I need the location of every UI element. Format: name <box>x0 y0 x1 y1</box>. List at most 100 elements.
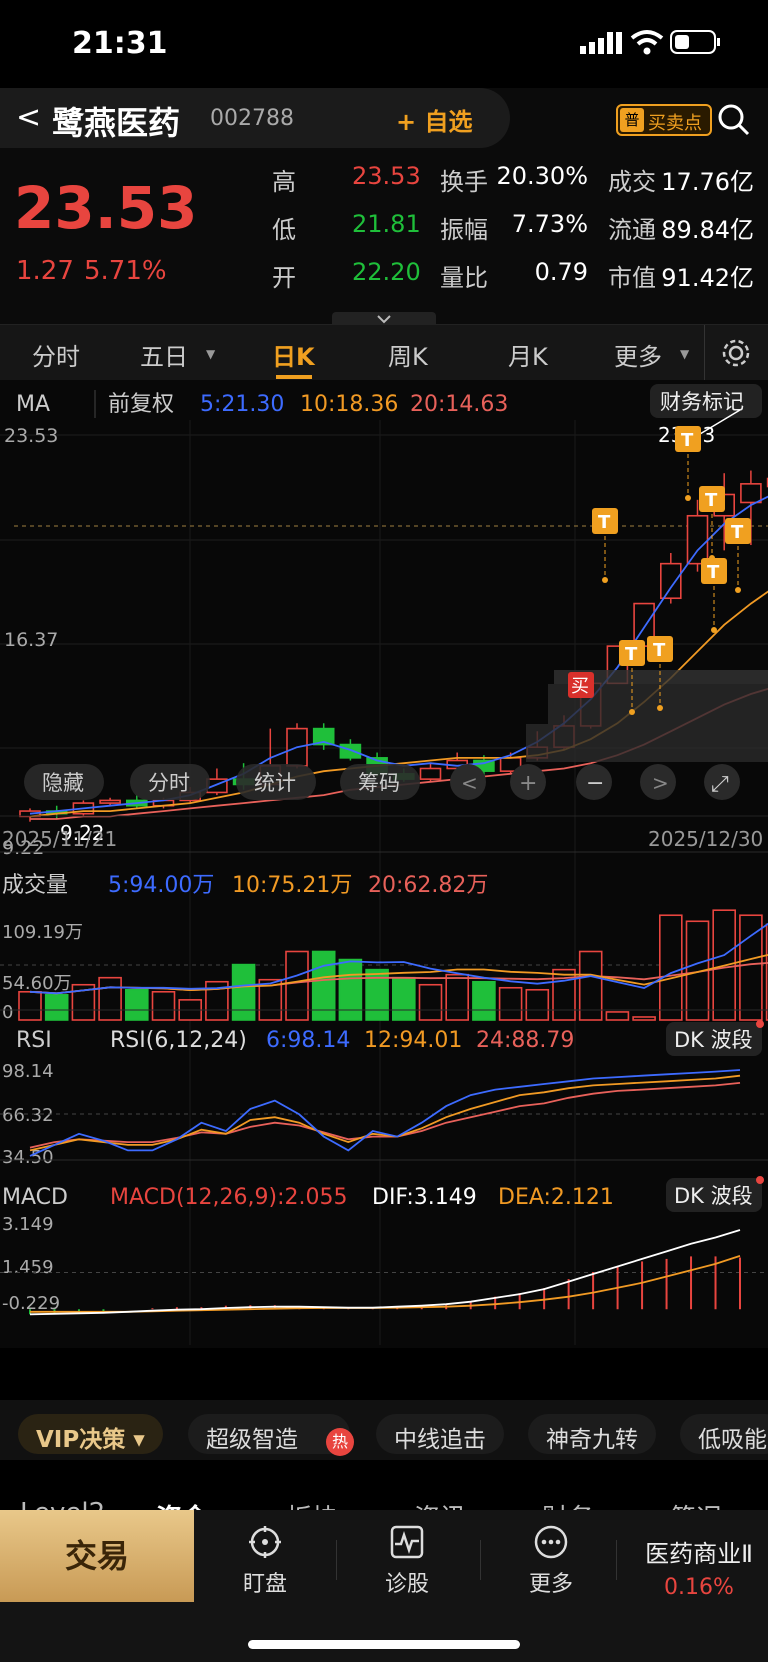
chip-nine-turn[interactable]: 神奇九转 <box>528 1414 656 1454</box>
t-marker-dot <box>629 709 635 715</box>
kline-chart[interactable]: MA 前复权 5:21.30 10:18.36 20:14.63 财务标记 23… <box>0 380 768 1348</box>
sector-change: 0.16% <box>664 1575 734 1600</box>
ma-legend: MA 前复权 5:21.30 10:18.36 20:14.63 财务标记 <box>16 384 762 418</box>
badge-icon: 普 <box>620 108 644 132</box>
t-marker-label: T <box>681 430 694 451</box>
more-button[interactable]: 更多 <box>496 1524 606 1598</box>
price-change-pct: 5.71% <box>84 256 167 286</box>
chip-low-buy[interactable]: 低吸能 <box>680 1414 768 1454</box>
period-tabs: 分时 五日 ▼ 日K 周K 月K 更多 ▼ <box>0 324 768 381</box>
candle <box>99 799 121 804</box>
dea-value: DEA:2.121 <box>498 1185 614 1210</box>
volume-label: 成交量 <box>2 873 68 898</box>
header-pill: < 鹭燕医药 002788 + 自选 <box>0 88 510 148</box>
add-watchlist-button[interactable]: + 自选 <box>396 102 472 137</box>
t-marker-dot <box>735 587 741 593</box>
candle <box>740 483 762 504</box>
rsi12-value: 12:94.01 <box>364 1028 462 1053</box>
volume-legend: 成交量 5:94.00万 10:75.21万 20:62.82万 <box>2 873 488 898</box>
quote-value: 21.81 <box>352 210 421 238</box>
dea-line <box>30 1255 741 1313</box>
finance-mark-label: 财务标记 <box>660 390 744 414</box>
volume-bar <box>498 986 523 1021</box>
ma10-value: 10:18.36 <box>300 392 398 417</box>
rsi12-line <box>29 1074 741 1152</box>
tab-more[interactable]: 更多 <box>614 337 662 372</box>
quote-label: 量比 <box>440 264 488 292</box>
stock-header: < 鹭燕医药 002788 + 自选 普 买卖点 <box>0 88 768 152</box>
status-time: 21:31 <box>72 26 168 61</box>
macd-axis-top: 3.149 <box>2 1214 54 1235</box>
tab-month-k[interactable]: 月K <box>508 337 548 372</box>
trade-button[interactable]: 交易 <box>0 1510 194 1602</box>
rsi24-value: 24:88.79 <box>476 1028 574 1053</box>
tab-fenshi[interactable]: 分时 <box>32 337 80 372</box>
vol-ma20: 20:62.82万 <box>368 873 488 898</box>
prev-icon: < <box>461 771 478 795</box>
t-marker-label: T <box>731 522 744 543</box>
volume-bar <box>445 973 470 1021</box>
signal-icon <box>580 32 622 54</box>
back-button[interactable]: < <box>16 100 41 135</box>
quote-value: 7.73% <box>511 210 588 238</box>
chips-label: 筹码 <box>358 771 400 795</box>
rsi-axis-top: 98.14 <box>2 1061 54 1082</box>
info-tabs: Level2 资金 板块 资讯 财务 简况 <box>0 1478 768 1512</box>
volume-bar <box>525 988 550 1021</box>
settings-gear-icon[interactable] <box>720 337 752 369</box>
sector-quote[interactable]: 医药商业Ⅱ 0.16% <box>630 1534 768 1600</box>
volume-bar <box>98 976 122 1021</box>
strategy-bar: VIP决策 ▾ 超级智造 热 中线追击 神奇九转 低吸能 <box>0 1400 768 1460</box>
quote-value: 20.30% <box>496 162 588 190</box>
zoom-out-icon: − <box>586 771 604 796</box>
vol-axis-top: 109.19万 <box>2 922 83 943</box>
volume-bar <box>18 990 42 1021</box>
t-marker-label: T <box>707 562 720 583</box>
rsi6-value: 6:98.14 <box>266 1028 350 1053</box>
macd-axis-low: -0.229 <box>2 1293 60 1314</box>
rsi-axis-mid: 66.32 <box>2 1105 54 1126</box>
quote-value: 23.53 <box>352 162 421 190</box>
tab-five-day[interactable]: 五日 <box>140 337 188 372</box>
rsi-axis-low: 34.50 <box>2 1147 54 1168</box>
vip-decision-button[interactable]: VIP决策 ▾ <box>18 1414 163 1454</box>
adjust-label: 前复权 <box>108 392 174 417</box>
vol-axis-low: 0 <box>2 1002 13 1023</box>
kline-chart-area[interactable]: MA 前复权 5:21.30 10:18.36 20:14.63 财务标记 23… <box>0 380 768 1348</box>
buy-marker-label: 买 <box>571 676 589 697</box>
more-dropdown-icon: ▼ <box>680 347 690 361</box>
home-indicator <box>248 1640 520 1649</box>
chip-midline[interactable]: 中线追击 <box>376 1414 504 1454</box>
watch-button[interactable]: 盯盘 <box>210 1524 320 1598</box>
quote-label: 市值 <box>608 264 656 292</box>
tab-day-k[interactable]: 日K <box>272 337 315 372</box>
diagnose-button[interactable]: 诊股 <box>352 1524 462 1598</box>
buy-sell-label: 买卖点 <box>648 113 702 134</box>
search-icon[interactable] <box>716 102 752 138</box>
t-marker-dot <box>602 577 608 583</box>
date-end: 2025/12/30 <box>648 827 763 851</box>
chip-zone-3 <box>526 724 768 762</box>
t-marker-dot <box>657 705 663 711</box>
fullscreen-icon: ⤢ <box>711 772 729 797</box>
more-dots-icon <box>534 1525 568 1559</box>
quote-label: 流通 <box>608 216 656 244</box>
candle <box>686 514 709 565</box>
rsi-label: RSI <box>16 1028 52 1053</box>
quote-label: 成交 <box>608 168 656 196</box>
volume-bar <box>231 963 256 1021</box>
buy-sell-points-button[interactable]: 普 买卖点 <box>616 104 712 136</box>
quote-label: 低 <box>272 216 296 244</box>
vol-ma10: 10:75.21万 <box>232 873 352 898</box>
quote-value: 22.20 <box>352 258 421 286</box>
chip-super-smart[interactable]: 超级智造 <box>188 1414 350 1454</box>
t-marker-dot <box>711 627 717 633</box>
vol-axis-mid: 54.60万 <box>2 973 72 994</box>
chevron-down-icon <box>377 315 391 324</box>
t-marker-dot <box>709 555 715 561</box>
bottom-action-bar: 交易 盯盘 诊股 更多 医药商业Ⅱ 0.16% <box>0 1510 768 1662</box>
macd-axis-mid: 1.459 <box>2 1257 54 1278</box>
volume-bar <box>658 914 683 1021</box>
fenshi-label: 分时 <box>148 771 190 795</box>
tab-week-k[interactable]: 周K <box>388 337 428 372</box>
